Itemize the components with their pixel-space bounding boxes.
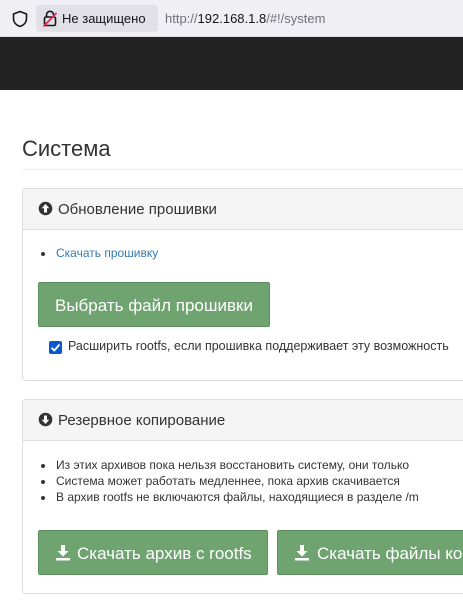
download-circle-icon xyxy=(38,412,53,427)
backup-notes-list: Из этих архивов пока нельзя восстановить… xyxy=(41,457,419,505)
choose-firmware-button[interactable]: Выбрать файл прошивки xyxy=(38,282,270,327)
title-divider xyxy=(22,169,463,170)
download-firmware-link[interactable]: Скачать прошивку xyxy=(56,246,158,260)
panel-heading: Резервное копирование xyxy=(23,400,463,441)
firmware-links-list: Скачать прошивку xyxy=(40,245,158,261)
url-path: /#!/system xyxy=(266,11,326,26)
download-rootfs-archive-button[interactable]: Скачать архив с rootfs xyxy=(38,530,268,575)
list-item: Система может работать медленнее, пока а… xyxy=(41,473,419,489)
site-security-indicator[interactable]: Не защищено xyxy=(36,5,158,32)
panel-title: Обновление прошивки xyxy=(58,201,217,218)
expand-rootfs-label: Расширить rootfs, если прошивка поддержи… xyxy=(68,339,449,353)
list-item: Скачать прошивку xyxy=(40,245,158,261)
page-title: Система xyxy=(22,136,111,161)
upload-circle-icon xyxy=(38,201,53,216)
download-icon xyxy=(56,545,70,561)
button-label: Скачать архив с rootfs xyxy=(77,544,252,563)
list-item: Из этих архивов пока нельзя восстановить… xyxy=(41,457,419,473)
insecure-lock-icon xyxy=(43,10,57,27)
shield-icon[interactable] xyxy=(11,10,29,28)
url-host: 192.168.1.8 xyxy=(197,11,267,26)
panel-heading: Обновление прошивки xyxy=(23,189,463,230)
url-field[interactable]: http://192.168.1.8/#!/system xyxy=(165,11,325,26)
button-label: Скачать файлы ко xyxy=(317,544,463,563)
expand-rootfs-checkbox[interactable] xyxy=(49,341,62,354)
url-scheme: http:// xyxy=(165,11,198,26)
browser-address-bar: Не защищено http://192.168.1.8/#!/system xyxy=(0,0,463,37)
security-label: Не защищено xyxy=(62,11,146,26)
checkmark-icon xyxy=(50,343,61,352)
button-label: Выбрать файл прошивки xyxy=(55,296,253,315)
list-item: В архив rootfs не включаются файлы, нахо… xyxy=(41,489,419,505)
top-navbar xyxy=(0,37,463,90)
download-config-files-button[interactable]: Скачать файлы ко xyxy=(277,530,463,575)
panel-title: Резервное копирование xyxy=(58,412,226,429)
download-icon xyxy=(295,545,309,561)
